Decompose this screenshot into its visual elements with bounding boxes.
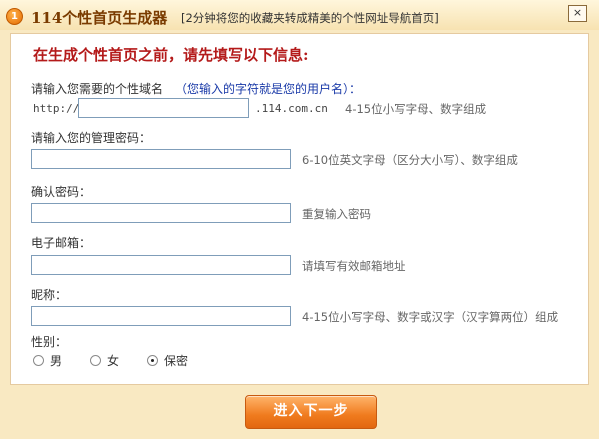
gender-label: 性别： bbox=[31, 335, 68, 349]
gender-option-male[interactable]: 男 bbox=[33, 352, 62, 368]
email-label: 电子邮箱： bbox=[31, 236, 92, 250]
email-note: 请填写有效邮箱地址 bbox=[302, 259, 406, 273]
gender-option-label: 男 bbox=[50, 353, 63, 368]
radio-icon[interactable] bbox=[33, 354, 44, 366]
confirm-password-input[interactable] bbox=[31, 203, 291, 223]
gender-option-label: 女 bbox=[107, 353, 120, 368]
nickname-label: 昵称： bbox=[31, 288, 68, 302]
domain-prefix: http:// bbox=[33, 102, 80, 115]
domain-suffix: .114.com.cn bbox=[255, 102, 328, 115]
close-button[interactable]: × bbox=[568, 5, 587, 22]
app-title: 114个性首页生成器 bbox=[31, 9, 168, 27]
app-logo-icon: 1 bbox=[6, 8, 23, 25]
domain-hint: （您输入的字符就是您的用户名）： bbox=[175, 82, 362, 96]
gender-option-female[interactable]: 女 bbox=[90, 352, 119, 368]
confirm-label: 确认密码： bbox=[31, 185, 92, 199]
form-heading: 在生成个性首页之前，请先填写以下信息: bbox=[33, 46, 309, 64]
confirm-note: 重复输入密码 bbox=[302, 207, 371, 221]
gender-option-label: 保密 bbox=[164, 353, 189, 368]
radio-icon[interactable] bbox=[147, 354, 158, 366]
domain-label: 请输入您需要的个性域名 bbox=[31, 82, 164, 96]
title-bar: 1 114个性首页生成器 [2分钟将您的收藏夹转成精美的个性网址导航首页] × bbox=[0, 0, 599, 30]
email-input[interactable] bbox=[31, 255, 291, 275]
gender-option-private[interactable]: 保密 bbox=[147, 352, 188, 368]
app-subtitle: [2分钟将您的收藏夹转成精美的个性网址导航首页] bbox=[181, 11, 439, 25]
password-note: 6-10位英文字母（区分大小写）、数字组成 bbox=[302, 153, 518, 167]
password-label: 请输入您的管理密码： bbox=[31, 131, 152, 145]
form-panel: 在生成个性首页之前，请先填写以下信息: 请输入您需要的个性域名 （您输入的字符就… bbox=[10, 33, 589, 385]
radio-icon[interactable] bbox=[90, 354, 101, 366]
next-step-button[interactable]: 进入下一步 bbox=[245, 395, 377, 429]
domain-note: 4-15位小写字母、数字组成 bbox=[345, 102, 487, 116]
nickname-input[interactable] bbox=[31, 306, 291, 326]
password-input[interactable] bbox=[31, 149, 291, 169]
nickname-note: 4-15位小写字母、数字或汉字（汉字算两位）组成 bbox=[302, 310, 559, 324]
domain-input[interactable] bbox=[78, 98, 249, 118]
